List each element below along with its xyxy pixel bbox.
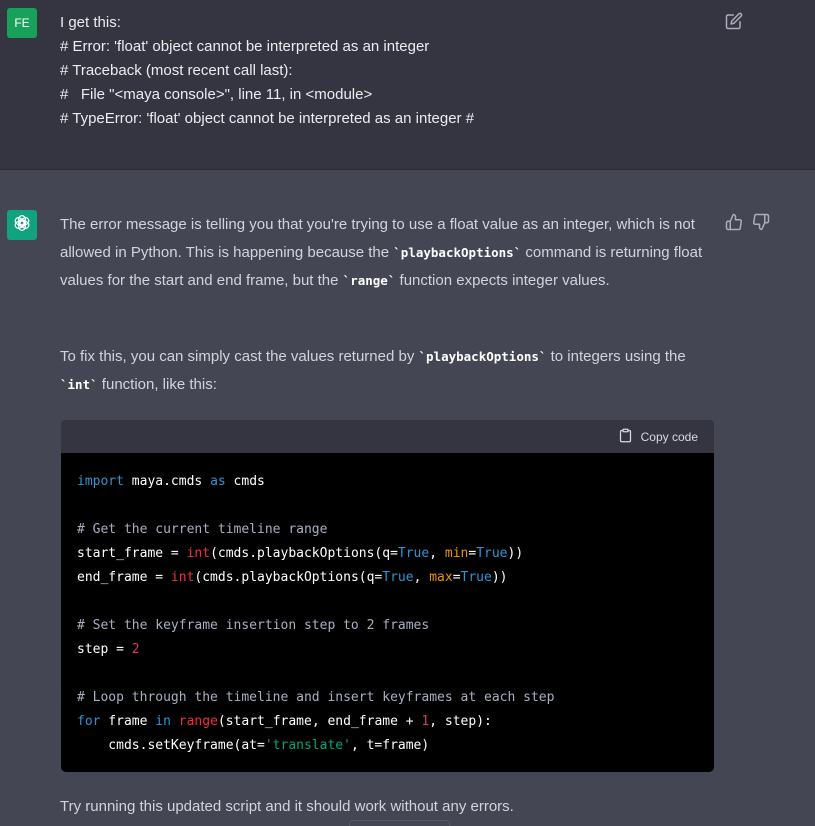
code-token: , step): <box>429 714 492 729</box>
assistant-paragraph-2: To fix this, you can simply cast the val… <box>60 343 720 399</box>
code-line: step = 2 <box>77 638 698 662</box>
code-line: import maya.cmds as cmds <box>77 470 698 494</box>
code-token: cmds.setKeyframe(at= <box>77 738 265 753</box>
code-token: = <box>452 570 461 585</box>
code-token: min <box>444 546 469 561</box>
code-token: (start_frame, end_frame + <box>217 714 422 729</box>
assistant-avatar <box>7 210 37 240</box>
openai-logo-icon <box>12 213 32 238</box>
code-token: , t=frame) <box>350 738 430 753</box>
user-line: # Traceback (most recent call last): <box>60 62 293 79</box>
code-token: as <box>210 474 226 489</box>
code-line: start_frame = int(cmds.playbackOptions(q… <box>77 542 698 566</box>
inline-code: `int` <box>60 377 98 392</box>
code-line: for frame in range(start_frame, end_fram… <box>77 710 698 734</box>
code-line: cmds.setKeyframe(at='translate', t=frame… <box>77 734 698 758</box>
edit-icon[interactable] <box>725 12 743 30</box>
clipboard-icon <box>618 428 633 446</box>
paragraph-text: function expects integer values. <box>395 272 610 289</box>
code-token: range <box>178 714 218 729</box>
code-token: )) <box>507 546 524 561</box>
copy-code-button[interactable]: Copy code <box>618 428 698 446</box>
inline-code: `playbackOptions` <box>418 349 547 364</box>
paragraph-text: function, like this: <box>97 376 217 393</box>
code-token: True <box>382 570 414 585</box>
code-token: maya.cmds <box>123 474 211 489</box>
code-token: frame <box>100 714 156 729</box>
code-token: = <box>468 546 477 561</box>
code-token: , <box>413 570 430 585</box>
code-token: # Set the keyframe insertion step to 2 f… <box>77 618 430 633</box>
user-avatar-initials: FE <box>14 16 30 30</box>
user-line: # TypeError: 'float' object cannot be in… <box>60 110 475 127</box>
user-line: I get this: <box>60 14 121 31</box>
user-avatar: FE <box>7 8 37 38</box>
code-token: True <box>460 570 492 585</box>
code-token: True <box>476 546 508 561</box>
assistant-paragraph-1: The error message is telling you that yo… <box>60 211 720 295</box>
code-token: int <box>186 546 211 561</box>
code-token: )) <box>491 570 508 585</box>
code-token: import <box>77 474 124 489</box>
code-token: cmds <box>225 474 265 489</box>
code-line: # Set the keyframe insertion step to 2 f… <box>77 614 698 638</box>
code-token: max <box>429 570 453 585</box>
code-token: for <box>77 714 101 729</box>
user-message-text: I get this: # Error: 'float' object canno… <box>60 11 474 131</box>
code-content: import maya.cmds as cmds # Get the curre… <box>61 453 714 758</box>
code-token: int <box>170 570 195 585</box>
code-block-header: Copy code <box>61 420 714 453</box>
code-token: 'translate' <box>264 738 351 753</box>
code-token: end_frame = <box>77 570 171 585</box>
code-token: (cmds.playbackOptions(q= <box>194 570 383 585</box>
code-block: Copy code import maya.cmds as cmds # Get… <box>61 420 714 772</box>
code-token: (cmds.playbackOptions(q= <box>210 546 398 561</box>
thumbs-down-icon[interactable] <box>752 213 770 231</box>
inline-code: `playbackOptions` <box>393 245 522 260</box>
code-token: # Get the current timeline range <box>77 522 328 537</box>
code-token: in <box>155 714 171 729</box>
code-token: start_frame = <box>77 546 187 561</box>
assistant-paragraph-3: Try running this updated script and it s… <box>60 798 514 815</box>
code-line: end_frame = int(cmds.playbackOptions(q=T… <box>77 566 698 590</box>
user-line: # Error: 'float' object cannot be interp… <box>60 38 430 55</box>
user-message: FE I get this: # Error: 'float' object ca… <box>0 0 815 170</box>
code-line: # Loop through the timeline and insert k… <box>77 686 698 710</box>
code-line: # Get the current timeline range <box>77 518 698 542</box>
user-line: # File "<maya console>", line 11, in <mo… <box>60 86 373 103</box>
paragraph-text: To fix this, you can simply cast the val… <box>60 348 419 365</box>
regenerate-button[interactable] <box>349 820 450 826</box>
inline-code: `range` <box>342 273 396 288</box>
code-token: # Loop through the timeline and insert k… <box>77 690 555 705</box>
copy-code-label: Copy code <box>640 430 698 444</box>
assistant-message: The error message is telling you that yo… <box>0 171 815 826</box>
code-token: , <box>429 546 445 561</box>
code-token: step = <box>77 642 132 657</box>
code-token: 2 <box>131 642 140 657</box>
code-token: True <box>397 546 430 561</box>
thumbs-up-icon[interactable] <box>725 213 743 231</box>
paragraph-text: to integers using the <box>546 348 686 365</box>
